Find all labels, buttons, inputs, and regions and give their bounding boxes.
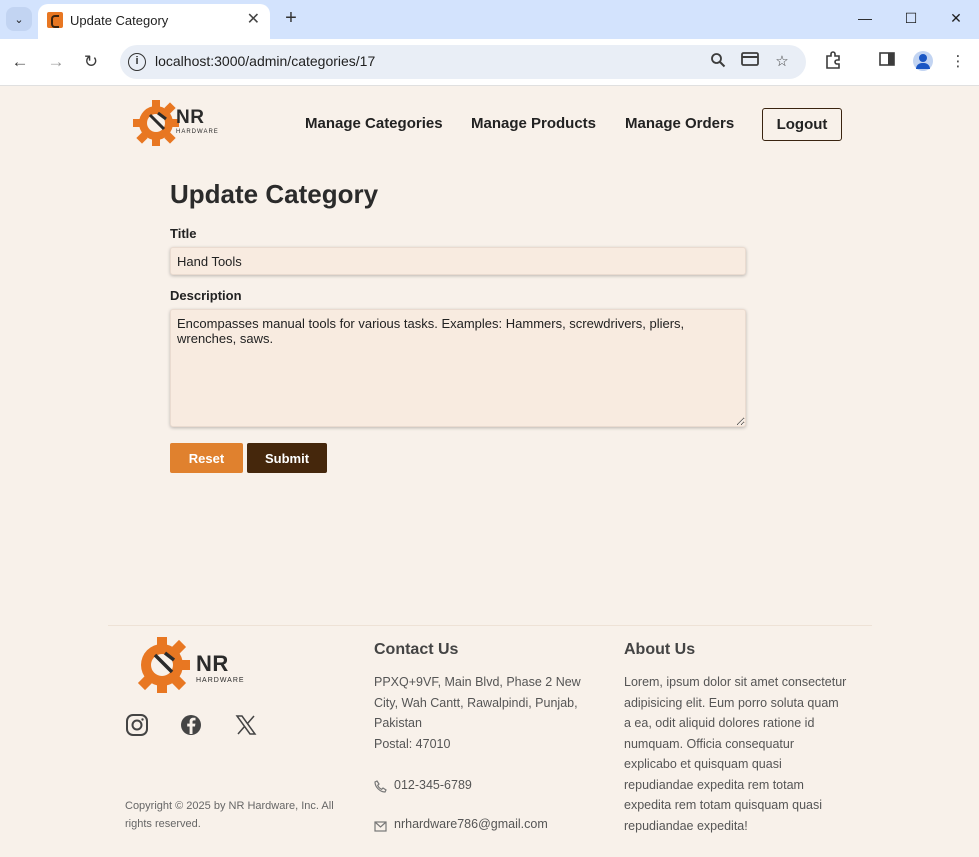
address-line: PPXQ+9VF, Main Blvd, Phase 2 New [374,675,581,689]
tab-search-button[interactable]: ⌄ [6,7,32,31]
copyright-text: Copyright © 2025 by NR Hardware, Inc. Al… [125,797,355,833]
minimize-button[interactable]: — [842,6,888,30]
tab-title: Update Category [70,13,169,28]
site-info-icon[interactable]: i [128,53,146,71]
nav-manage-orders[interactable]: Manage Orders [625,115,734,132]
close-window-button[interactable]: ✕ [933,6,979,30]
about-line: Lorem, ipsum dolor sit amet consectetur [624,675,847,689]
browser-tab-bar: ⌄ Update Category ✕ + — ☐ ✕ [0,0,979,39]
profile-avatar[interactable] [913,51,933,71]
about-line: repudiandae expedita rem totam [624,777,804,792]
zoom-icon[interactable] [708,52,728,72]
address-bar: ← → ↻ i localhost:3000/admin/categories/… [0,39,979,86]
forward-button[interactable]: → [45,51,67,73]
address-line: Pakistan [374,716,422,730]
footer-logo[interactable]: NR HARDWARE [128,632,248,700]
reload-button[interactable]: ↻ [80,51,102,73]
side-panel-icon[interactable] [876,51,898,73]
phone-icon [374,780,387,793]
about-line: a ea, odit aliquid dolores ratione id [624,716,815,730]
footer-divider [108,625,872,626]
new-tab-button[interactable]: + [280,6,302,30]
address-line: City, Wah Cantt, Rawalpindi, Punjab, [374,695,578,710]
back-button[interactable]: ← [9,51,31,73]
contact-email[interactable]: nrhardware786@gmail.com [394,814,548,835]
nav-manage-products[interactable]: Manage Products [471,115,596,132]
site-logo[interactable]: NR HARDWARE [128,95,218,153]
facebook-icon[interactable] [179,713,203,737]
footer-logo-text: NR [196,651,229,676]
title-label: Title [170,226,197,241]
copyright-line: rights reserved. [125,818,201,830]
close-tab-icon[interactable]: ✕ [247,10,260,30]
about-line: numquam. Officia consequatur [624,736,795,751]
logo-text: NR [176,107,205,128]
about-heading: About Us [624,641,696,658]
description-textarea[interactable]: Encompasses manual tools for various tas… [170,309,746,427]
extensions-icon[interactable] [822,51,844,73]
contact-heading: Contact Us [374,641,459,658]
about-line: explicabo et quisquam quasi [624,757,782,771]
more-menu-icon[interactable]: ⋮ [947,51,969,73]
card-icon[interactable] [740,52,760,72]
logo-subtext: HARDWARE [176,129,219,135]
about-line: expedita rem totam quisquam quasi [624,798,823,812]
footer-logo-subtext: HARDWARE [196,677,245,684]
email-icon [374,819,387,832]
browser-tab[interactable]: Update Category ✕ [38,4,270,39]
favicon-icon [47,12,63,28]
description-label: Description [170,288,242,303]
submit-button[interactable]: Submit [247,443,327,473]
about-line: adipisicing elit. Eum porro soluta quam [624,695,839,710]
omnibox[interactable]: i localhost:3000/admin/categories/17 ☆ [120,45,806,79]
logout-button[interactable]: Logout [762,108,842,141]
title-input[interactable] [170,247,746,275]
about-text: Lorem, ipsum dolor sit amet consectetur … [624,672,846,836]
maximize-button[interactable]: ☐ [888,6,934,30]
contact-phone[interactable]: 012-345-6789 [394,775,472,796]
copyright-line: Copyright © 2025 by NR Hardware, Inc. Al… [125,800,334,812]
url-text[interactable]: localhost:3000/admin/categories/17 [155,53,375,69]
about-line: repudiandae expedita! [624,818,748,833]
nav-manage-categories[interactable]: Manage Categories [305,115,443,132]
reset-button[interactable]: Reset [170,443,243,473]
page-title: Update Category [170,179,379,209]
instagram-icon[interactable] [125,713,149,737]
address-line: Postal: 47010 [374,736,451,751]
bookmark-star-icon[interactable]: ☆ [772,52,792,72]
x-icon[interactable] [234,713,258,737]
contact-address: PPXQ+9VF, Main Blvd, Phase 2 New City, W… [374,672,581,754]
